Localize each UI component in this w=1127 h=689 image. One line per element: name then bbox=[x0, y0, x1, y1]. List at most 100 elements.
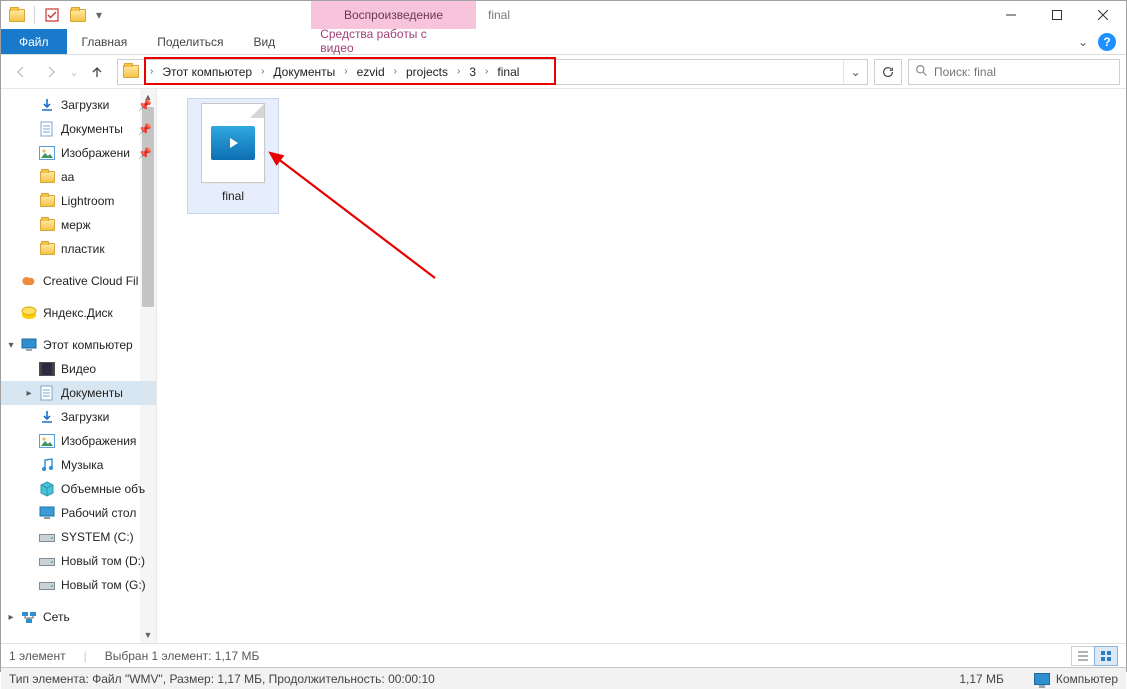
tree-item-label: Новый том (D:) bbox=[61, 554, 145, 568]
net-icon bbox=[21, 609, 37, 625]
tab-home[interactable]: Главная bbox=[67, 29, 143, 54]
tab-file[interactable]: Файл bbox=[1, 29, 67, 54]
computer-indicator: Компьютер bbox=[1034, 672, 1118, 686]
chevron-right-icon[interactable]: › bbox=[389, 66, 402, 77]
tree-item[interactable]: мерж bbox=[1, 213, 156, 237]
back-button[interactable] bbox=[7, 59, 35, 85]
ribbon-expand-icon[interactable]: ⌄ bbox=[1078, 35, 1088, 49]
breadcrumb-dropdown-icon[interactable]: ⌄ bbox=[843, 60, 867, 84]
expand-caret-icon[interactable]: ▸ bbox=[5, 612, 17, 623]
chevron-right-icon[interactable]: › bbox=[339, 66, 352, 77]
tree-item-label: мерж bbox=[61, 218, 91, 232]
tree-item[interactable]: Lightroom bbox=[1, 189, 156, 213]
image-icon bbox=[39, 145, 55, 161]
icons-view-button[interactable] bbox=[1094, 646, 1118, 666]
tree-item[interactable]: Объемные объ bbox=[1, 477, 156, 501]
forward-button[interactable] bbox=[37, 59, 65, 85]
tree-item[interactable]: Документы 📌 bbox=[1, 117, 156, 141]
scroll-down-icon[interactable]: ▼ bbox=[140, 627, 156, 643]
download-icon bbox=[39, 97, 55, 113]
breadcrumb-segment[interactable]: ezvid bbox=[353, 60, 389, 84]
tree-item[interactable]: Изображени 📌 bbox=[1, 141, 156, 165]
tree-item[interactable]: Музыка bbox=[1, 453, 156, 477]
close-button[interactable] bbox=[1080, 1, 1126, 29]
expand-caret-icon[interactable]: ▾ bbox=[5, 340, 17, 351]
content-area[interactable]: final bbox=[157, 89, 1126, 643]
tree-item[interactable]: Загрузки bbox=[1, 405, 156, 429]
refresh-button[interactable] bbox=[874, 59, 902, 85]
tree-item-label: Creative Cloud Fil bbox=[43, 274, 138, 288]
video-icon bbox=[39, 361, 55, 377]
tree-item[interactable]: Рабочий стол bbox=[1, 501, 156, 525]
tree-item[interactable]: Новый том (G:) bbox=[1, 573, 156, 597]
breadcrumb-segment[interactable]: final bbox=[493, 60, 523, 84]
tree-item[interactable]: Яндекс.Диск bbox=[1, 301, 156, 325]
view-switcher bbox=[1072, 646, 1118, 666]
breadcrumb-segment[interactable]: 3 bbox=[465, 60, 480, 84]
file-thumbnail bbox=[201, 103, 265, 183]
file-name-label: final bbox=[222, 189, 244, 203]
tab-view[interactable]: Вид bbox=[238, 29, 290, 54]
navigation-tree[interactable]: ▲ ▼ Загрузки📌Документы📌Изображени📌aaLigh… bbox=[1, 89, 157, 643]
annotation-arrow bbox=[265, 148, 445, 288]
recent-locations-button[interactable]: ⌄ bbox=[67, 59, 81, 85]
tree-item-label: Объемные объ bbox=[61, 482, 145, 496]
details-status-bar: Тип элемента: Файл "WMV", Размер: 1,17 М… bbox=[1, 667, 1126, 689]
maximize-button[interactable] bbox=[1034, 1, 1080, 29]
folder-icon bbox=[39, 217, 55, 233]
tree-item-label: Загрузки bbox=[61, 410, 109, 424]
qat-properties-icon[interactable] bbox=[40, 3, 64, 27]
tab-share[interactable]: Поделиться bbox=[142, 29, 238, 54]
tree-item-label: Изображени bbox=[61, 146, 130, 160]
minimize-button[interactable] bbox=[988, 1, 1034, 29]
breadcrumb-segment[interactable]: projects bbox=[402, 60, 452, 84]
pin-icon[interactable]: 📌 bbox=[138, 147, 152, 160]
chevron-right-icon[interactable]: › bbox=[145, 66, 158, 77]
tree-item-label: Документы bbox=[61, 122, 123, 136]
tree-item[interactable]: Creative Cloud Fil bbox=[1, 269, 156, 293]
breadcrumb-segment[interactable]: Документы bbox=[269, 60, 339, 84]
tree-item[interactable]: aa bbox=[1, 165, 156, 189]
quick-access-toolbar: ▾ bbox=[1, 1, 110, 29]
qat-customize-icon[interactable]: ▾ bbox=[92, 3, 106, 27]
tree-item[interactable]: Загрузки 📌 bbox=[1, 93, 156, 117]
search-box[interactable] bbox=[908, 59, 1120, 85]
tree-item[interactable]: Видео bbox=[1, 357, 156, 381]
contextual-tab-header: Воспроизведение bbox=[311, 1, 476, 29]
help-button[interactable]: ? bbox=[1098, 33, 1116, 51]
breadcrumb-bar[interactable]: › Этот компьютер › Документы › ezvid › p… bbox=[117, 59, 868, 85]
qat-folder-icon[interactable] bbox=[5, 3, 29, 27]
tree-item[interactable]: SYSTEM (C:) bbox=[1, 525, 156, 549]
tree-item[interactable]: Новый том (D:) bbox=[1, 549, 156, 573]
pin-icon[interactable]: 📌 bbox=[138, 99, 152, 112]
tree-item-label: Lightroom bbox=[61, 194, 114, 208]
chevron-right-icon[interactable]: › bbox=[452, 66, 465, 77]
pc-icon bbox=[21, 337, 37, 353]
tree-item[interactable]: пластик bbox=[1, 237, 156, 261]
video-icon bbox=[211, 126, 255, 160]
tree-item-label: Видео bbox=[61, 362, 96, 376]
tab-video-tools[interactable]: Средства работы с видео bbox=[305, 29, 470, 54]
details-view-button[interactable] bbox=[1071, 646, 1095, 666]
breadcrumb-segment[interactable]: Этот компьютер bbox=[158, 60, 256, 84]
up-button[interactable] bbox=[83, 59, 111, 85]
expand-caret-icon[interactable]: ▸ bbox=[23, 388, 35, 399]
tree-item[interactable]: ▾Этот компьютер bbox=[1, 333, 156, 357]
tree-item-label: SYSTEM (C:) bbox=[61, 530, 134, 544]
tree-item-label: Загрузки bbox=[61, 98, 109, 112]
tree-item[interactable]: ▸Сеть bbox=[1, 605, 156, 629]
image-icon bbox=[39, 433, 55, 449]
tree-item[interactable]: Изображения bbox=[1, 429, 156, 453]
tree-item-label: Рабочий стол bbox=[61, 506, 136, 520]
tree-item[interactable]: ▸Документы bbox=[1, 381, 156, 405]
folder-icon bbox=[39, 241, 55, 257]
chevron-right-icon[interactable]: › bbox=[256, 66, 269, 77]
file-item[interactable]: final bbox=[187, 98, 279, 214]
search-icon bbox=[915, 64, 928, 80]
window-controls bbox=[988, 1, 1126, 29]
search-input[interactable] bbox=[934, 65, 1113, 79]
chevron-right-icon[interactable]: › bbox=[480, 66, 493, 77]
qat-new-folder-icon[interactable] bbox=[66, 3, 90, 27]
pin-icon[interactable]: 📌 bbox=[138, 123, 152, 136]
drive-icon bbox=[39, 577, 55, 593]
